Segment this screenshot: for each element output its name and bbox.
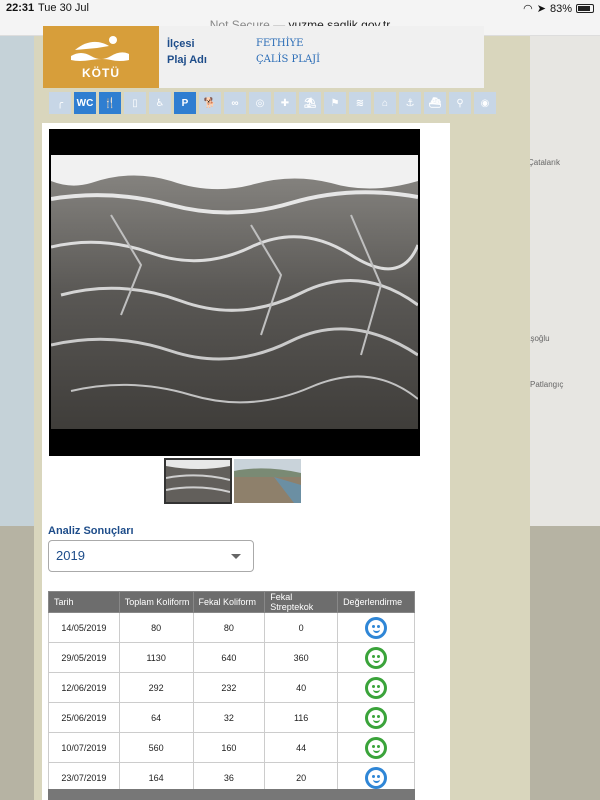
binoculars-icon: ∞ [224,92,246,114]
table-cell-strep: 0 [264,612,339,643]
table-cell-fecal: 160 [192,732,266,763]
smiley-very-good-icon [365,616,388,639]
photo-sea-foam [51,155,418,429]
amenity-icons: ╭ WC 🍴 ▯ ♿ P 🐕 ∞ ◎ ✚ ⛱ ⚑ ≋ ⌂ ⚓ ⛴ ⚲ ◉ [49,92,496,116]
changing-room-icon: ▯ [124,92,146,114]
background-map-right [520,36,600,526]
table-cell-fecal: 640 [192,642,266,673]
table-cell-strep: 116 [264,702,339,733]
table-cell-total: 64 [118,702,194,733]
table-cell-date: 29/05/2019 [48,642,120,673]
thumbnail-image [234,459,301,503]
table-cell-total: 1130 [118,642,194,673]
boat-icon: ⛴ [424,92,446,114]
swimmer-icon [71,36,129,61]
battery-icon [576,4,594,13]
wc-icon: WC [74,92,96,114]
table-cell-date: 23/07/2019 [48,762,120,793]
ios-status-bar: 22:31 Tue 30 Jul ◠ ➤ 83% [0,0,600,16]
column-header: Toplam Koliform [118,591,194,613]
smiley-good-icon [365,676,388,699]
chevron-down-icon [231,554,241,559]
selected-year: 2019 [56,548,85,563]
dog-icon: 🐕 [199,92,221,114]
table-cell-rating [337,642,415,673]
status-label: KÖTÜ [82,66,120,80]
table-cell-total: 164 [118,762,194,793]
table-cell-fecal: 32 [192,702,266,733]
column-header: Tarih [48,591,120,613]
shower-icon: ╭ [49,92,71,114]
fishing-icon: ⚲ [449,92,471,114]
date: Tue 30 Jul [38,2,89,14]
first-aid-icon: ✚ [274,92,296,114]
table-row: 29/05/2019 1130 640 360 [48,642,415,673]
anchor-icon: ⚓ [399,92,421,114]
location-icon: ➤ [536,3,546,15]
table-cell-rating [337,702,415,733]
flag-icon: ⚑ [324,92,346,114]
table-row: 14/05/2019 80 80 0 [48,612,415,643]
table-cell-date: 10/07/2019 [48,732,120,763]
smiley-very-good-icon [365,766,388,789]
year-select[interactable]: 2019 [48,540,254,572]
table-cell-rating [337,672,415,703]
map-label: Patlangıç [530,380,564,389]
table-cell-strep: 20 [264,762,339,793]
table-cell-rating [337,762,415,793]
table-cell-strep: 40 [264,672,339,703]
restaurant-icon: 🍴 [99,92,121,114]
column-header: Değerlendirme [337,591,415,613]
table-cell-strep: 44 [264,732,339,763]
status-icons: ◠ ➤ 83% [523,2,594,15]
map-label: Çatalarık [528,158,561,167]
gallery-thumbnail-2[interactable] [234,459,301,503]
photo-image [51,155,418,429]
table-cell-date: 12/06/2019 [48,672,120,703]
table-cell-total: 80 [118,612,194,643]
table-footer [48,789,415,800]
table-cell-total: 292 [118,672,194,703]
lifeguard-icon: ⛱ [299,92,321,114]
table-cell-date: 25/06/2019 [48,702,120,733]
analysis-title: Analiz Sonuçları [48,525,134,537]
battery-percent: 83% [549,2,572,15]
table-cell-fecal: 80 [192,612,266,643]
table-row: 12/06/2019 292 232 40 [48,672,415,703]
info-value: FETHİYE [256,38,304,49]
smiley-good-icon [365,736,388,759]
column-header: Fekal Streptekok [264,591,339,613]
swimming-icon: ≋ [349,92,371,114]
table-header-row: Tarih Toplam Koliform Fekal Koliform Fek… [48,591,415,613]
info-key: İlçesi [167,38,195,50]
wifi-icon: ◠ [523,3,533,15]
column-header: Fekal Koliform [192,591,266,613]
table-cell-rating [337,612,415,643]
parking-icon: P [174,92,196,114]
table-cell-total: 560 [118,732,194,763]
table-row: 10/07/2019 560 160 44 [48,732,415,763]
house-icon: ⌂ [374,92,396,114]
table-row: 23/07/2019 164 36 20 [48,762,415,793]
table-cell-rating [337,732,415,763]
thumbnail-image [166,460,230,502]
table-cell-date: 14/05/2019 [48,612,120,643]
smiley-good-icon [365,706,388,729]
info-key: Plaj Adı [167,54,207,66]
analysis-results-table: Tarih Toplam Koliform Fekal Koliform Fek… [48,591,415,793]
clock: 22:31 [6,2,35,14]
table-cell-strep: 360 [264,642,339,673]
lifebuoy-icon: ◎ [249,92,271,114]
beach-photo[interactable] [49,129,420,456]
info-value: ÇALİS PLAJİ [256,54,321,65]
wheelchair-icon: ♿ [149,92,171,114]
table-cell-fecal: 232 [192,672,266,703]
table-row: 25/06/2019 64 32 116 [48,702,415,733]
gallery-thumbnail-1[interactable] [164,458,232,504]
beach-info: İlçesi FETHİYE Plaj Adı ÇALİS PLAJİ [159,26,484,88]
table-cell-fecal: 36 [192,762,266,793]
water-quality-status: KÖTÜ [43,26,159,88]
fish-icon: ◉ [474,92,496,114]
smiley-good-icon [365,646,388,669]
